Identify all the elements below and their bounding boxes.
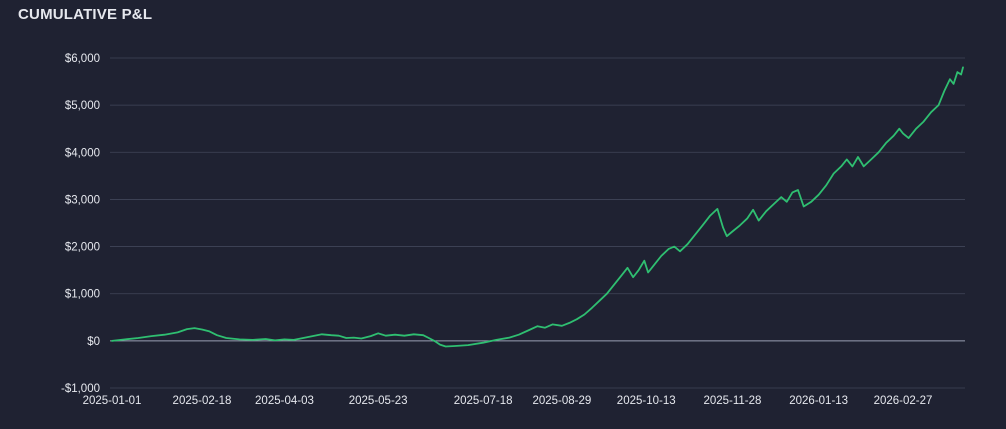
x-tick-label: 2026-02-27	[874, 395, 933, 407]
x-tick-label: 2025-02-18	[173, 395, 232, 407]
x-tick-label: 2025-11-28	[703, 395, 761, 407]
y-tick-label: $5,000	[65, 100, 100, 112]
y-tick-label: $6,000	[65, 53, 100, 65]
pnl-chart-panel: CUMULATIVE P&L -$1,000 $0 $1,000 $2,000 $3,0…	[0, 0, 1006, 429]
pnl-line	[111, 66, 964, 348]
x-tick-label: 2026-01-13	[789, 395, 848, 407]
x-tick-label: 2025-07-18	[454, 395, 513, 407]
y-tick-label: $3,000	[65, 194, 100, 206]
x-tick-label: 2025-10-13	[617, 395, 676, 407]
x-axis-ticks: 2025-01-01 2025-02-18 2025-04-03 2025-05-23…	[83, 395, 933, 407]
y-tick-label: $4,000	[65, 147, 100, 159]
y-tick-label: $1,000	[65, 289, 100, 301]
y-tick-label: $2,000	[65, 242, 100, 254]
y-tick-label: -$1,000	[61, 383, 100, 395]
x-tick-label: 2025-01-01	[83, 395, 142, 407]
x-tick-label: 2025-08-29	[532, 395, 591, 407]
y-axis-ticks: -$1,000 $0 $1,000 $2,000 $3,000 $4,000 $5,000 $…	[61, 53, 100, 395]
series-layer	[111, 66, 964, 348]
cumulative-pnl-chart: -$1,000 $0 $1,000 $2,000 $3,000 $4,000 $5,000 $…	[61, 53, 965, 407]
x-tick-label: 2025-05-23	[349, 395, 408, 407]
y-tick-label: $0	[87, 336, 100, 348]
x-tick-label: 2025-04-03	[255, 395, 314, 407]
